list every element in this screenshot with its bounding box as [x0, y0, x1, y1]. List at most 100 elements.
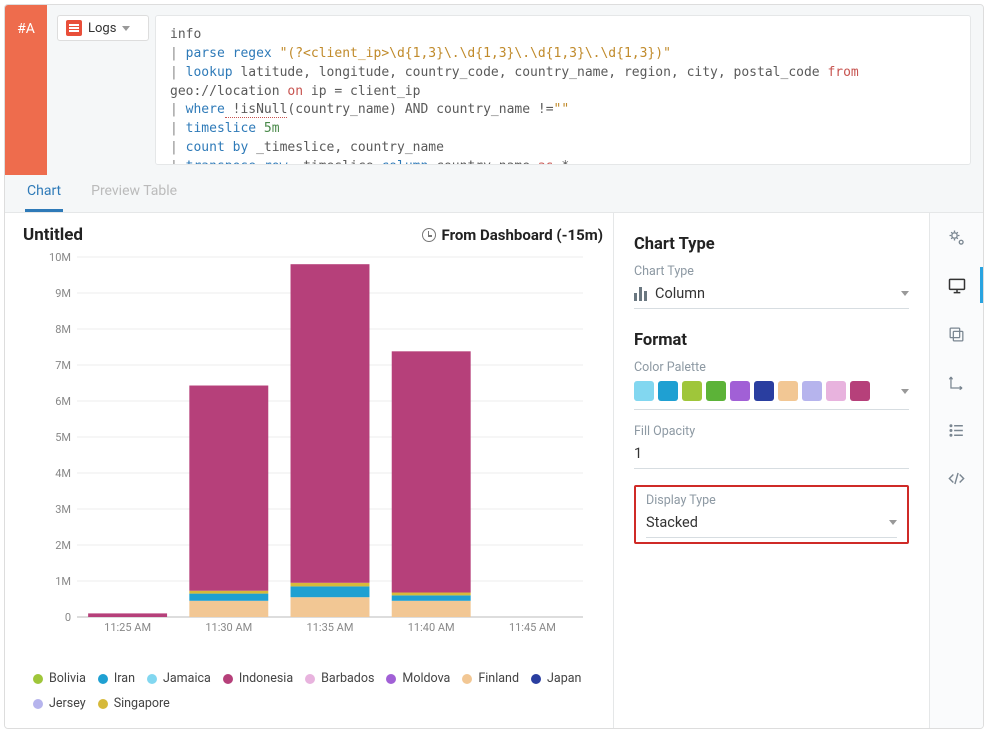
legend-label: Indonesia — [239, 667, 293, 691]
legend-label: Singapore — [114, 692, 170, 716]
palette-swatch[interactable] — [658, 381, 678, 401]
legend-label: Jamaica — [163, 667, 211, 691]
legend-swatch — [33, 674, 43, 684]
palette-swatch[interactable] — [706, 381, 726, 401]
chart-type-value: Column — [655, 285, 705, 302]
svg-text:10M: 10M — [49, 251, 71, 264]
svg-text:7M: 7M — [55, 359, 71, 372]
column-chart-icon — [634, 287, 647, 301]
legend-label: Moldova — [402, 667, 450, 691]
legend-swatch — [33, 699, 43, 709]
plot-area: 01M2M3M4M5M6M7M8M9M10M11:25 AM11:30 AM11… — [23, 249, 603, 663]
chevron-down-icon — [901, 291, 909, 296]
copy-icon[interactable] — [946, 323, 968, 345]
palette-swatch[interactable] — [754, 381, 774, 401]
legend-swatch — [305, 674, 315, 684]
clock-icon — [422, 228, 436, 242]
svg-text:6M: 6M — [55, 395, 71, 408]
time-range[interactable]: From Dashboard (-15m) — [422, 226, 603, 244]
logs-icon — [66, 20, 82, 36]
legend-item[interactable]: Bolivia — [33, 667, 86, 691]
legend-label: Jersey — [49, 692, 86, 716]
chevron-down-icon — [122, 26, 130, 31]
chart-title: Untitled — [23, 225, 83, 245]
source-label: Logs — [88, 21, 116, 36]
main-panel: Untitled From Dashboard (-15m) 0 1M 2M 3M 4M… — [5, 212, 983, 728]
legend-item[interactable]: Singapore — [98, 692, 170, 716]
svg-text:11:45 AM: 11:45 AM — [509, 621, 556, 634]
legend-item[interactable]: Barbados — [305, 667, 374, 691]
svg-text:0: 0 — [65, 611, 71, 624]
app-frame: #A Logs info | parse regex "(?<client_ip… — [4, 4, 984, 729]
palette-swatch[interactable] — [850, 381, 870, 401]
legend-swatch — [98, 699, 108, 709]
list-icon[interactable] — [946, 419, 968, 441]
color-palette-select[interactable] — [634, 381, 909, 410]
svg-text:11:30 AM: 11:30 AM — [205, 621, 252, 634]
display-type-label: Display Type — [646, 493, 897, 508]
tab-chart[interactable]: Chart — [25, 175, 63, 212]
legend-swatch — [147, 674, 157, 684]
active-rail-marker — [980, 267, 983, 303]
palette-swatch[interactable] — [826, 381, 846, 401]
legend-swatch — [98, 674, 108, 684]
legend: Bolivia Iran Jamaica Indonesia Barbados Moldo… — [23, 663, 603, 718]
legend-label: Iran — [114, 667, 135, 691]
palette-swatch[interactable] — [730, 381, 750, 401]
chart-svg: 01M2M3M4M5M6M7M8M9M10M11:25 AM11:30 AM11… — [23, 249, 603, 639]
legend-swatch — [462, 674, 472, 684]
chart-header: Untitled From Dashboard (-15m) — [23, 225, 603, 245]
chart-column: Untitled From Dashboard (-15m) 0 1M 2M 3M 4M… — [5, 213, 613, 728]
legend-label: Bolivia — [49, 667, 86, 691]
fill-opacity-label: Fill Opacity — [634, 424, 909, 439]
source-picker: Logs — [47, 5, 155, 175]
legend-swatch — [531, 674, 541, 684]
legend-swatch — [223, 674, 233, 684]
legend-item[interactable]: Iran — [98, 667, 135, 691]
query-editor[interactable]: info | parse regex "(?<client_ip>\d{1,3}… — [155, 15, 971, 165]
svg-text:11:40 AM: 11:40 AM — [408, 621, 455, 634]
fill-opacity-input[interactable] — [634, 439, 909, 469]
legend-item[interactable]: Jersey — [33, 692, 86, 716]
legend-item[interactable]: Jamaica — [147, 667, 211, 691]
chart-type-select[interactable]: Column — [634, 279, 909, 309]
palette-swatch[interactable] — [682, 381, 702, 401]
display-type-select[interactable]: Stacked — [646, 508, 897, 538]
tab-preview-table[interactable]: Preview Table — [89, 175, 179, 212]
axes-icon[interactable] — [946, 371, 968, 393]
format-heading: Format — [634, 331, 909, 350]
legend-item[interactable]: Moldova — [386, 667, 450, 691]
palette-swatch[interactable] — [802, 381, 822, 401]
color-palette-label: Color Palette — [634, 360, 909, 375]
svg-text:9M: 9M — [55, 287, 71, 300]
chevron-down-icon — [901, 389, 909, 394]
svg-text:8M: 8M — [55, 323, 71, 336]
chart-type-heading: Chart Type — [634, 235, 909, 254]
source-select[interactable]: Logs — [57, 15, 149, 41]
legend-item[interactable]: Indonesia — [223, 667, 293, 691]
legend-swatch — [386, 674, 396, 684]
legend-label: Barbados — [321, 667, 374, 691]
svg-text:2M: 2M — [55, 539, 71, 552]
svg-text:1M: 1M — [55, 575, 71, 588]
query-block: #A Logs info | parse regex "(?<client_ip… — [5, 5, 983, 175]
code-icon[interactable] — [946, 467, 968, 489]
monitor-icon[interactable] — [946, 275, 968, 297]
legend-item[interactable]: Japan — [531, 667, 581, 691]
tool-rail — [929, 213, 983, 728]
display-type-highlight: Display Type Stacked — [634, 485, 909, 544]
display-type-value: Stacked — [646, 514, 698, 531]
gears-icon[interactable] — [946, 227, 968, 249]
svg-text:3M: 3M — [55, 503, 71, 516]
tabs-row: Chart Preview Table — [5, 175, 983, 212]
svg-text:11:25 AM: 11:25 AM — [104, 621, 151, 634]
svg-text:11:35 AM: 11:35 AM — [307, 621, 354, 634]
legend-label: Finland — [478, 667, 519, 691]
legend-label: Japan — [547, 667, 581, 691]
palette-swatch[interactable] — [778, 381, 798, 401]
time-range-label: From Dashboard (-15m) — [442, 226, 603, 244]
legend-item[interactable]: Finland — [462, 667, 519, 691]
svg-text:4M: 4M — [55, 467, 71, 480]
query-tag: #A — [5, 5, 47, 175]
palette-swatch[interactable] — [634, 381, 654, 401]
